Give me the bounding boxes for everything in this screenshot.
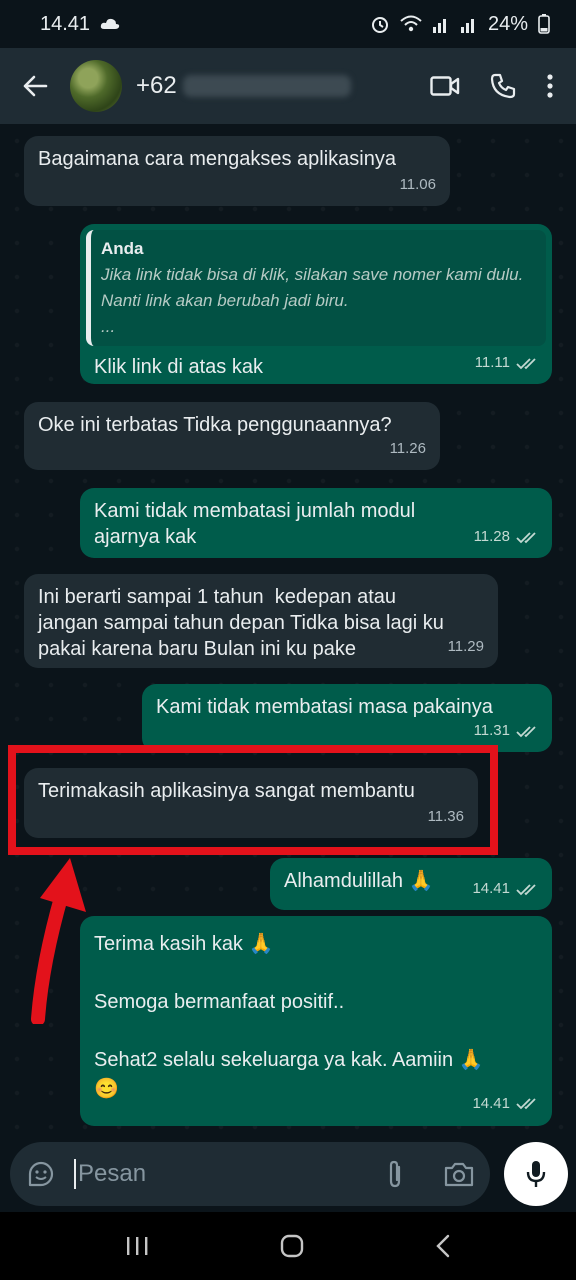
paperclip-icon[interactable]	[384, 1159, 406, 1189]
message-outgoing[interactable]: Anda Jika link tidak bisa di klik, silak…	[80, 224, 552, 384]
battery-percent: 24%	[487, 12, 528, 35]
video-call-button[interactable]	[430, 75, 460, 97]
phone-icon	[490, 73, 516, 99]
contact-prefix: +62	[136, 72, 177, 99]
alarm-icon	[370, 14, 390, 34]
arrow-left-icon	[23, 75, 48, 97]
quote-text: Jika link tidak bisa di klik, silakan sa…	[101, 265, 524, 336]
voice-call-button[interactable]	[490, 73, 516, 99]
contact-name[interactable]: +62	[136, 72, 351, 100]
message-text: Ini berarti sampai 1 tahun kedepan atau …	[38, 586, 450, 660]
message-text: Terima kasih kak 🙏 Semoga bermanfaat pos…	[94, 933, 484, 1100]
composer: Pesan	[0, 1134, 576, 1212]
recents-icon	[127, 1237, 148, 1255]
annotation-arrow-icon	[31, 858, 86, 1024]
chat-header: +62	[0, 48, 576, 124]
message-outgoing[interactable]: Kami tidak membatasi masa pakainya 11.31	[142, 684, 552, 752]
double-check-icon	[516, 1098, 536, 1110]
chat-area[interactable]: Bagaimana cara mengakses aplikasinya 11.…	[0, 124, 576, 1134]
message-incoming[interactable]: Oke ini terbatas Tidka penggunaannya? 11…	[24, 402, 440, 470]
home-icon	[280, 1234, 304, 1258]
highlight-box	[8, 745, 498, 855]
wifi-icon	[400, 15, 422, 33]
text-caret	[74, 1159, 76, 1189]
back-nav-button[interactable]	[434, 1233, 452, 1259]
message-time: 11.11	[474, 354, 510, 371]
contact-avatar[interactable]	[70, 60, 122, 112]
redacted-number	[182, 75, 351, 97]
input-placeholder: Pesan	[78, 1160, 147, 1187]
message-text: Bagaimana cara mengakses aplikasinya	[38, 148, 396, 170]
message-text: Oke ini terbatas Tidka penggunaannya?	[38, 414, 392, 436]
message-time: 11.26	[389, 440, 426, 457]
message-time: 11.29	[447, 638, 484, 655]
kebab-menu-icon	[547, 74, 553, 98]
video-camera-icon	[430, 76, 460, 96]
camera-icon[interactable]	[444, 1161, 474, 1187]
battery-icon	[538, 14, 550, 34]
system-navigation-bar	[0, 1212, 576, 1280]
sticker-icon[interactable]	[26, 1159, 56, 1189]
message-input[interactable]: Pesan	[10, 1142, 490, 1206]
double-check-icon	[516, 531, 536, 543]
signal-icon	[460, 15, 478, 33]
message-text: Kami tidak membatasi jumlah modul ajarny…	[94, 500, 421, 548]
message-text: Kami tidak membatasi masa pakainya	[156, 696, 493, 718]
message-incoming[interactable]: Ini berarti sampai 1 tahun kedepan atau …	[24, 574, 498, 668]
quote-author: Anda	[101, 239, 144, 258]
cloud-icon	[100, 18, 120, 30]
message-outgoing[interactable]: Terima kasih kak 🙏 Semoga bermanfaat pos…	[80, 916, 552, 1126]
chevron-left-icon	[435, 1234, 449, 1258]
message-time: 14.41	[472, 880, 510, 897]
message-time: 11.06	[399, 176, 436, 193]
quoted-message[interactable]: Anda Jika link tidak bisa di klik, silak…	[86, 230, 546, 346]
voice-message-button[interactable]	[504, 1142, 568, 1206]
message-time: 11.28	[473, 528, 510, 545]
status-time: 14.41	[40, 12, 91, 35]
home-button[interactable]	[279, 1233, 305, 1259]
double-check-icon	[516, 357, 536, 369]
message-time: 14.41	[472, 1095, 510, 1112]
more-options-button[interactable]	[546, 73, 554, 99]
message-incoming[interactable]: Bagaimana cara mengakses aplikasinya 11.…	[24, 136, 450, 206]
signal-icon	[432, 15, 450, 33]
message-time: 11.31	[473, 722, 510, 739]
message-outgoing[interactable]: Kami tidak membatasi jumlah modul ajarny…	[80, 488, 552, 558]
back-button[interactable]	[0, 48, 70, 124]
double-check-icon	[516, 725, 536, 737]
status-bar: 14.41 24%	[0, 0, 576, 48]
double-check-icon	[516, 883, 536, 895]
message-outgoing[interactable]: Alhamdulillah 🙏 14.41	[270, 858, 552, 910]
recent-apps-button[interactable]	[124, 1235, 150, 1257]
microphone-icon	[526, 1161, 546, 1187]
